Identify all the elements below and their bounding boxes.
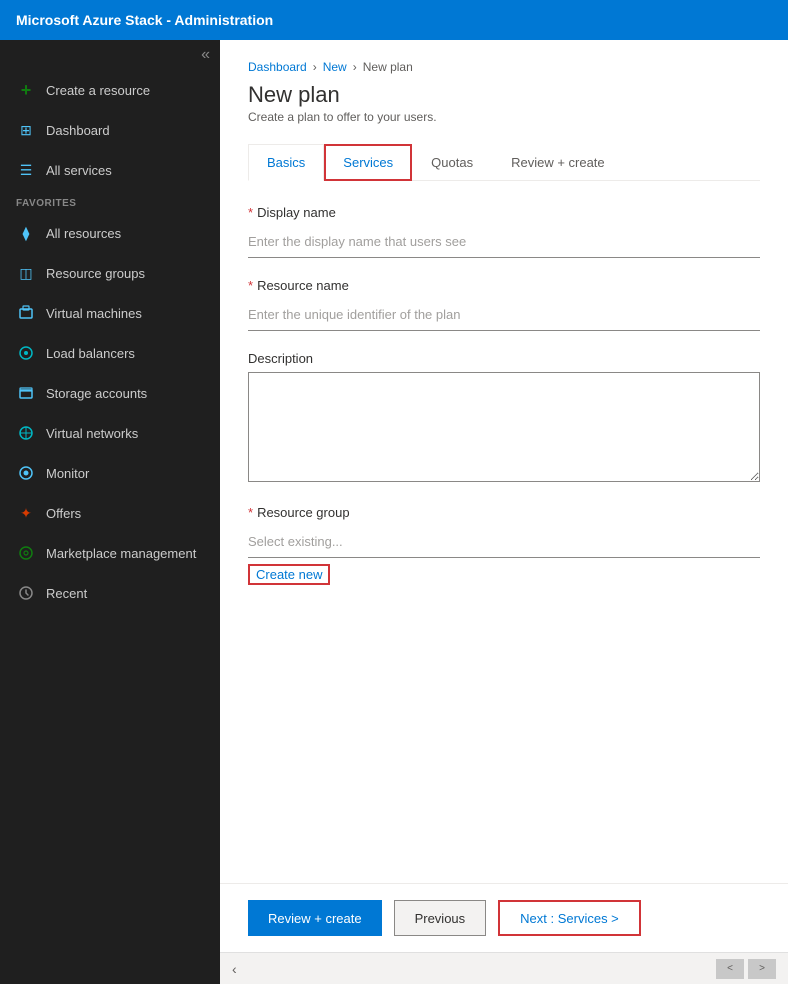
description-field: Description — [248, 351, 760, 485]
sidebar-item-label: Create a resource — [46, 83, 150, 98]
sidebar-item-load-balancers[interactable]: Load balancers — [0, 333, 220, 373]
all-services-icon: ☰ — [16, 160, 36, 180]
all-resources-icon: ⧫ — [16, 223, 36, 243]
sidebar-item-resource-groups[interactable]: ◫ Resource groups — [0, 253, 220, 293]
sidebar-item-recent[interactable]: Recent — [0, 573, 220, 613]
next-services-button[interactable]: Next : Services > — [498, 900, 641, 936]
content-footer: Review + create Previous Next : Services… — [220, 883, 788, 952]
description-textarea[interactable] — [248, 372, 760, 482]
resource-name-label: * Resource name — [248, 278, 760, 293]
sidebar: « + Create a resource ⊞ Dashboard ☰ All … — [0, 40, 220, 984]
sidebar-item-all-services[interactable]: ☰ All services — [0, 150, 220, 190]
sidebar-item-label: Storage accounts — [46, 386, 147, 401]
sidebar-item-virtual-networks[interactable]: Virtual networks — [0, 413, 220, 453]
content-inner: Dashboard › New › New plan New plan Crea… — [220, 40, 788, 883]
scroll-right-button[interactable]: > — [748, 959, 776, 979]
breadcrumb-dashboard[interactable]: Dashboard — [248, 60, 307, 74]
content-area: Dashboard › New › New plan New plan Crea… — [220, 40, 788, 984]
sidebar-item-label: Virtual networks — [46, 426, 138, 441]
sidebar-item-offers[interactable]: ✦ Offers — [0, 493, 220, 533]
breadcrumb-new[interactable]: New — [323, 60, 347, 74]
resource-group-input[interactable] — [248, 526, 760, 558]
offers-icon: ✦ — [16, 503, 36, 523]
sidebar-item-label: Load balancers — [46, 346, 135, 361]
tab-review-create[interactable]: Review + create — [492, 144, 624, 181]
sidebar-item-label: Monitor — [46, 466, 89, 481]
resource-name-input[interactable] — [248, 299, 760, 331]
tab-services[interactable]: Services — [324, 144, 412, 181]
sidebar-item-dashboard[interactable]: ⊞ Dashboard — [0, 110, 220, 150]
app-title: Microsoft Azure Stack - Administration — [16, 12, 273, 28]
sidebar-item-monitor[interactable]: Monitor — [0, 453, 220, 493]
tabs-container: Basics Services Quotas Review + create — [248, 144, 760, 181]
breadcrumb-sep-1: › — [313, 60, 317, 74]
display-name-field: * Display name — [248, 205, 760, 258]
resource-groups-icon: ◫ — [16, 263, 36, 283]
sidebar-item-create-resource[interactable]: + Create a resource — [0, 70, 220, 110]
sidebar-item-label: Virtual machines — [46, 306, 142, 321]
review-create-button[interactable]: Review + create — [248, 900, 382, 936]
breadcrumb: Dashboard › New › New plan — [248, 60, 760, 74]
dashboard-icon: ⊞ — [16, 120, 36, 140]
sidebar-item-label: All resources — [46, 226, 121, 241]
sidebar-item-marketplace-management[interactable]: Marketplace management — [0, 533, 220, 573]
virtual-machines-icon — [16, 303, 36, 323]
display-name-required-star: * — [248, 205, 253, 220]
resource-name-field: * Resource name — [248, 278, 760, 331]
tab-quotas[interactable]: Quotas — [412, 144, 492, 181]
description-label: Description — [248, 351, 760, 366]
breadcrumb-current: New plan — [363, 60, 413, 74]
sidebar-collapse-button[interactable]: « — [0, 40, 220, 70]
sidebar-item-label: Recent — [46, 586, 87, 601]
sidebar-item-label: Dashboard — [46, 123, 110, 138]
create-new-link[interactable]: Create new — [248, 564, 330, 585]
storage-accounts-icon — [16, 383, 36, 403]
bottom-collapse-icon[interactable]: ‹ — [232, 961, 237, 977]
resource-name-required-star: * — [248, 278, 253, 293]
resource-group-label: * Resource group — [248, 505, 760, 520]
sidebar-item-virtual-machines[interactable]: Virtual machines — [0, 293, 220, 333]
scroll-left-button[interactable]: < — [716, 959, 744, 979]
display-name-input[interactable] — [248, 226, 760, 258]
previous-button[interactable]: Previous — [394, 900, 487, 936]
topbar: Microsoft Azure Stack - Administration — [0, 0, 788, 40]
plus-icon: + — [16, 80, 36, 100]
sidebar-item-label: Offers — [46, 506, 81, 521]
page-subtitle: Create a plan to offer to your users. — [248, 110, 760, 124]
resource-group-required-star: * — [248, 505, 253, 520]
sidebar-item-storage-accounts[interactable]: Storage accounts — [0, 373, 220, 413]
tab-basics[interactable]: Basics — [248, 144, 324, 181]
favorites-section-label: FAVORITES — [0, 190, 220, 213]
display-name-label: * Display name — [248, 205, 760, 220]
resource-group-field: * Resource group Create new — [248, 505, 760, 585]
monitor-icon — [16, 463, 36, 483]
load-balancers-icon — [16, 343, 36, 363]
page-title: New plan — [248, 82, 760, 108]
sidebar-item-label: All services — [46, 163, 112, 178]
sidebar-item-all-resources[interactable]: ⧫ All resources — [0, 213, 220, 253]
sidebar-item-label: Marketplace management — [46, 546, 196, 561]
recent-icon — [16, 583, 36, 603]
sidebar-item-label: Resource groups — [46, 266, 145, 281]
virtual-networks-icon — [16, 423, 36, 443]
scroll-buttons: < > — [716, 959, 776, 979]
collapse-icon: « — [201, 46, 210, 64]
marketplace-icon — [16, 543, 36, 563]
bottom-bar: ‹ < > — [220, 952, 788, 984]
breadcrumb-sep-2: › — [353, 60, 357, 74]
